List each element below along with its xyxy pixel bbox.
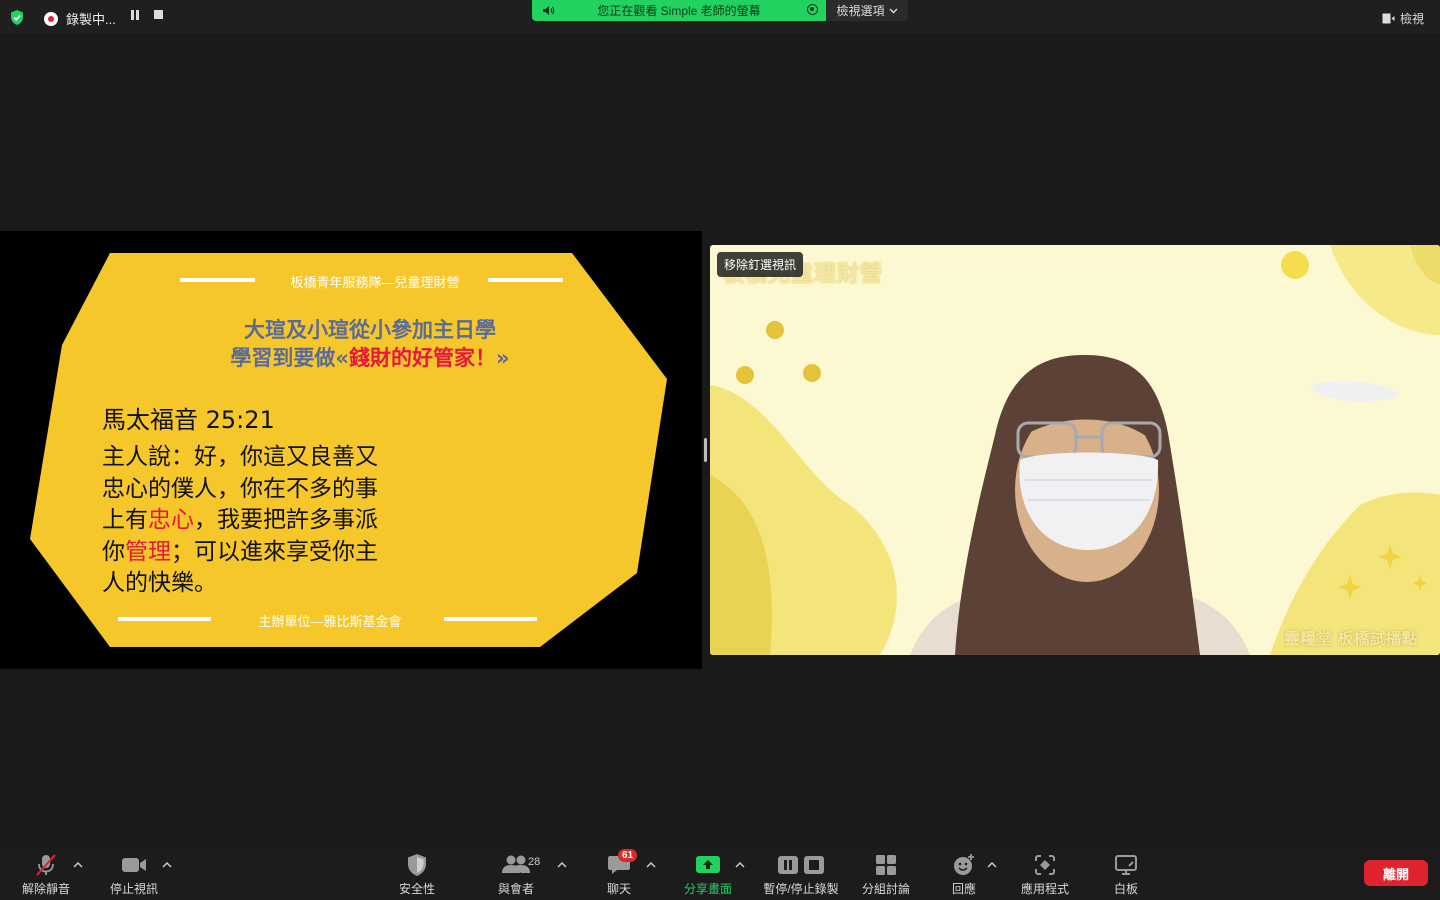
stop-video-button[interactable]: 停止視訊: [106, 847, 162, 900]
view-layout-icon: [1382, 13, 1395, 24]
record-dot-icon: [44, 11, 58, 26]
verse-highlight: 管理: [125, 538, 171, 565]
whiteboard-icon: [1110, 852, 1142, 878]
microphone-muted-icon: [30, 852, 62, 878]
meeting-top-bar: 錄製中... 您正在觀看 Simple 老師的螢幕 檢視選項 檢視: [0, 0, 1440, 34]
chevron-up-icon[interactable]: [557, 861, 567, 869]
view-options-label: 檢視選項: [836, 4, 885, 18]
verse-highlight: 忠心: [148, 507, 194, 533]
security-label: 安全性: [398, 882, 435, 896]
apps-icon: [1029, 852, 1061, 878]
share-banner-text: 您正在觀看 Simple 老師的螢幕: [597, 4, 761, 18]
chevron-up-icon[interactable]: [735, 861, 745, 869]
recording-label: 錄製中...: [66, 12, 116, 27]
shield-icon: [401, 852, 433, 878]
view-options-button[interactable]: 檢視選項: [826, 0, 908, 21]
chevron-up-icon[interactable]: [987, 861, 997, 869]
slide-title-prefix: 學習到要做«: [230, 346, 349, 370]
chevron-up-icon[interactable]: [162, 861, 172, 869]
stop-recording-icon[interactable]: [154, 10, 163, 19]
slide-title-line2: 學習到要做«錢財的好管家！»: [100, 344, 640, 372]
participants-count: 28: [528, 856, 541, 868]
stop-video-label: 停止視訊: [109, 882, 158, 896]
shield-check-icon[interactable]: [9, 9, 25, 31]
speaker-icon: [542, 5, 555, 19]
chevron-down-icon: [889, 8, 897, 13]
pinned-video-tile[interactable]: [710, 245, 1440, 655]
pause-stop-recording-label: 暫停/停止錄製: [763, 882, 839, 896]
leave-button[interactable]: 離開: [1364, 860, 1428, 886]
screen-share-banner: 您正在觀看 Simple 老師的螢幕: [532, 0, 826, 21]
chat-button[interactable]: 61 聊天: [592, 847, 646, 900]
pause-recording-icon[interactable]: [131, 10, 139, 20]
panel-resize-handle[interactable]: [704, 438, 707, 462]
share-screen-label: 分享畫面: [683, 882, 732, 896]
chat-label: 聊天: [606, 882, 631, 896]
virtual-background-caption: 靈糧堂 板橋試播點: [1284, 629, 1418, 648]
unpin-video-button[interactable]: 移除釘選視訊: [717, 252, 804, 277]
chat-unread-badge: 61: [618, 849, 638, 862]
recording-indicator: 錄製中...: [44, 9, 116, 28]
view-label: 檢視: [1399, 12, 1424, 26]
whiteboard-label: 白板: [1113, 882, 1138, 896]
slide-title-line1: 大瑄及小瑄從小參加主日學: [244, 318, 496, 342]
pause-stop-recording-button[interactable]: 暫停/停止錄製: [760, 847, 842, 900]
slide-footer: 主辦單位—雅比斯基金會: [258, 614, 402, 629]
share-screen-icon: [692, 852, 724, 878]
chevron-up-icon[interactable]: [646, 861, 656, 869]
apps-button[interactable]: 應用程式: [1014, 847, 1076, 900]
slide-title-highlight: 錢財的好管家！: [349, 346, 496, 370]
participants-label: 與會者: [497, 882, 534, 896]
participants-button[interactable]: 與會者: [488, 847, 544, 900]
breakout-rooms-button[interactable]: 分組討論: [858, 847, 914, 900]
view-button[interactable]: 檢視: [1382, 10, 1424, 27]
whiteboard-button[interactable]: 白板: [1100, 847, 1152, 900]
breakout-grid-icon: [870, 852, 902, 878]
share-screen-button[interactable]: 分享畫面: [680, 847, 736, 900]
chevron-up-icon[interactable]: [73, 861, 83, 869]
slide-title: 大瑄及小瑄從小參加主日學 學習到要做«錢財的好管家！»: [100, 316, 640, 372]
pause-stop-record-icon: [775, 852, 827, 878]
emoji-smile-icon: [948, 852, 980, 878]
unmute-button[interactable]: 解除靜音: [18, 847, 74, 900]
security-button[interactable]: 安全性: [390, 847, 444, 900]
breakout-rooms-label: 分組討論: [861, 882, 910, 896]
slide-title-suffix: »: [496, 346, 510, 370]
apps-label: 應用程式: [1020, 882, 1069, 896]
chat-bubble-icon: 61: [603, 849, 638, 878]
verse-text: 主人說：好，你這又良善又 忠心的僕人，你在不多的事 上有忠心，我要把許多事派 你…: [102, 442, 572, 600]
share-status-icon: [807, 4, 818, 15]
virtual-background: [710, 245, 1440, 655]
unmute-label: 解除靜音: [21, 882, 70, 896]
reactions-label: 回應: [951, 882, 976, 896]
verse-reference: 馬太福音 25:21: [102, 406, 275, 434]
slide-header: 板橋青年服務隊—兒童理財營: [290, 275, 460, 290]
reactions-button[interactable]: 回應: [938, 847, 990, 900]
video-camera-icon: [118, 852, 150, 878]
